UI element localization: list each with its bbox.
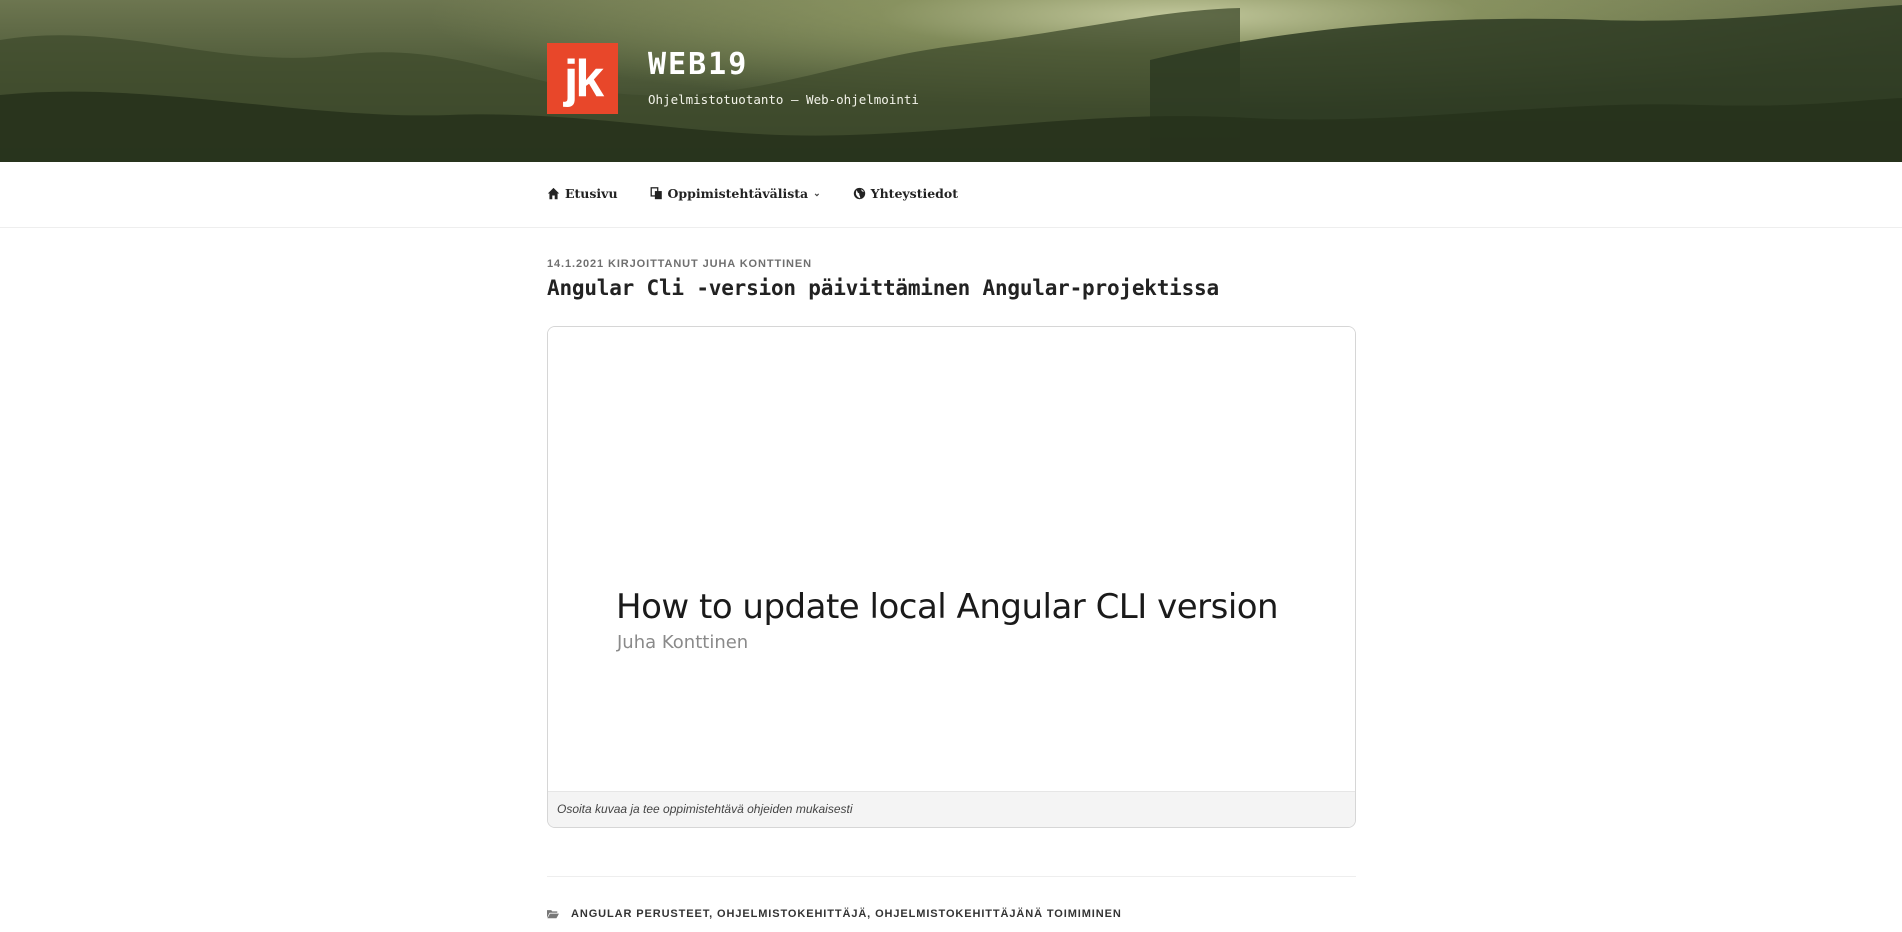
nav-item-etusivu[interactable]: Etusivu [547,186,618,201]
site-header: jk WEB19 Ohjelmistotuotanto – Web-ohjelm… [0,0,1902,162]
header-background-landscape [0,5,1902,162]
slide-author: Juha Konttinen [617,632,749,653]
site-title[interactable]: WEB19 [648,47,919,83]
header-branding: jk WEB19 Ohjelmistotuotanto – Web-ohjelm… [547,43,919,114]
folder-icon [547,910,559,919]
post-content: 14.1.2021 KIRJOITTANUT JUHA KONTTINEN An… [547,258,1356,920]
chevron-down-icon: ⌄ [813,188,821,199]
globe-icon [853,187,865,200]
main-navigation: Etusivu Oppimistehtävälista ⌄ Yhteystied… [0,162,1902,228]
documents-icon [650,187,662,200]
slide-image[interactable]: How to update local Angular CLI version … [548,327,1355,791]
home-icon [547,187,560,200]
divider [547,876,1356,877]
post-categories: ANGULAR PERUSTEET, OHJELMISTOKEHITTÄJÄ, … [547,908,1122,920]
figure-caption: Osoita kuvaa ja tee oppimistehtävä ohjei… [548,791,1355,827]
site-description: Ohjelmistotuotanto – Web-ohjelmointi [648,92,919,107]
post-title: Angular Cli -version päivittäminen Angul… [547,276,1219,300]
post-meta: 14.1.2021 KIRJOITTANUT JUHA KONTTINEN [547,258,812,270]
category-links[interactable]: ANGULAR PERUSTEET, OHJELMISTOKEHITTÄJÄ, … [571,908,1122,920]
nav-item-label: Etusivu [565,186,618,201]
post-figure: How to update local Angular CLI version … [547,326,1356,828]
nav-item-label: Yhteystiedot [870,186,959,201]
nav-item-yhteystiedot[interactable]: Yhteystiedot [853,186,958,201]
nav-item-label: Oppimistehtävälista [667,186,809,201]
site-branding-text: WEB19 Ohjelmistotuotanto – Web-ohjelmoin… [648,47,919,107]
nav-menu: Etusivu Oppimistehtävälista ⌄ Yhteystied… [547,186,990,201]
site-logo[interactable]: jk [547,43,618,114]
nav-item-oppimistehtavalista[interactable]: Oppimistehtävälista ⌄ [650,186,821,201]
slide-title: How to update local Angular CLI version [616,587,1279,627]
